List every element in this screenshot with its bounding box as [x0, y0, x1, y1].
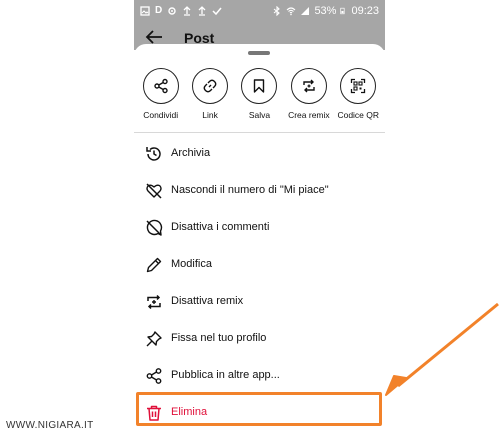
comment-off-icon [146, 219, 163, 236]
options-menu: Archivia Nascondi il numero di "Mi piace… [134, 136, 385, 432]
wifi-icon [287, 7, 296, 16]
image-icon [140, 5, 150, 16]
menu-item-label: Modifica [171, 258, 212, 270]
share-label: Condividi [143, 110, 179, 120]
create-remix-button-circle[interactable] [290, 68, 327, 104]
qr-code-button-circle[interactable] [340, 68, 377, 104]
divider [134, 132, 385, 133]
pin-icon [146, 331, 162, 347]
upload-icon [198, 5, 206, 16]
link-button[interactable]: Link [186, 68, 234, 120]
gear-icon [168, 6, 176, 15]
check-icon [212, 7, 222, 15]
bookmark-icon [254, 79, 265, 93]
qr-code-button[interactable]: Codice QR [334, 68, 382, 120]
status-bar-left-icons: D [140, 5, 222, 16]
annotation-arrow [385, 302, 499, 396]
menu-item-label: Disattiva i commenti [171, 221, 270, 233]
menu-item-label: Nascondi il numero di "Mi piace" [171, 184, 329, 196]
menu-item-label: Disattiva remix [171, 295, 244, 307]
save-label: Salva [248, 110, 271, 120]
bluetooth-icon [274, 6, 281, 16]
signal-icon [301, 7, 310, 15]
battery-icon [340, 7, 346, 15]
heart-off-icon [146, 183, 162, 199]
quick-actions: Condividi Link Salva Crea remix Codice Q… [134, 68, 385, 120]
menu-item-edit[interactable]: Modifica [134, 247, 385, 284]
archive-clock-icon [146, 147, 161, 161]
menu-item-pin-to-profile[interactable]: Fissa nel tuo profilo [134, 321, 385, 358]
status-bar: D 53% 09:23 [134, 0, 385, 24]
watermark: WWW.NIGIARA.IT [6, 420, 94, 431]
save-button[interactable]: Salva [235, 68, 283, 120]
drag-handle[interactable] [248, 51, 270, 55]
menu-item-label: Pubblica in altre app... [171, 369, 280, 381]
menu-item-disable-comments[interactable]: Disattiva i commenti [134, 210, 385, 247]
share-button-circle[interactable] [142, 68, 179, 104]
share-icon [146, 368, 162, 384]
d-icon: D [155, 5, 163, 16]
create-remix-button[interactable]: Crea remix [285, 68, 333, 120]
qr-icon [351, 78, 366, 94]
save-button-circle[interactable] [241, 68, 278, 104]
remix-icon [303, 79, 315, 93]
link-button-circle[interactable] [192, 68, 229, 104]
highlight-box [136, 392, 382, 426]
battery-level: 53% [314, 5, 337, 17]
menu-item-label: Archivia [171, 147, 211, 159]
clock: 09:23 [351, 5, 379, 17]
remix-icon [147, 294, 161, 310]
status-bar-right: 53% 09:23 [272, 5, 379, 17]
link-label: Link [202, 110, 218, 120]
pencil-icon [146, 257, 162, 273]
menu-item-archive[interactable]: Archivia [134, 136, 385, 173]
share-button[interactable]: Condividi [137, 68, 185, 120]
menu-item-hide-likes[interactable]: Nascondi il numero di "Mi piace" [134, 173, 385, 210]
menu-item-share-to-apps[interactable]: Pubblica in altre app... [134, 358, 385, 395]
link-icon [203, 79, 217, 93]
create-remix-label: Crea remix [288, 110, 330, 120]
menu-item-label: Fissa nel tuo profilo [171, 332, 267, 344]
phone-screen: D 53% 09:23 Post Condividi Link Salva Cr… [134, 0, 385, 440]
bottom-sheet: Condividi Link Salva Crea remix Codice Q… [134, 44, 385, 440]
upload-icon [183, 5, 191, 16]
menu-item-disable-remix[interactable]: Disattiva remix [134, 284, 385, 321]
qr-code-label: Codice QR [337, 110, 380, 120]
share-icon [153, 78, 168, 94]
